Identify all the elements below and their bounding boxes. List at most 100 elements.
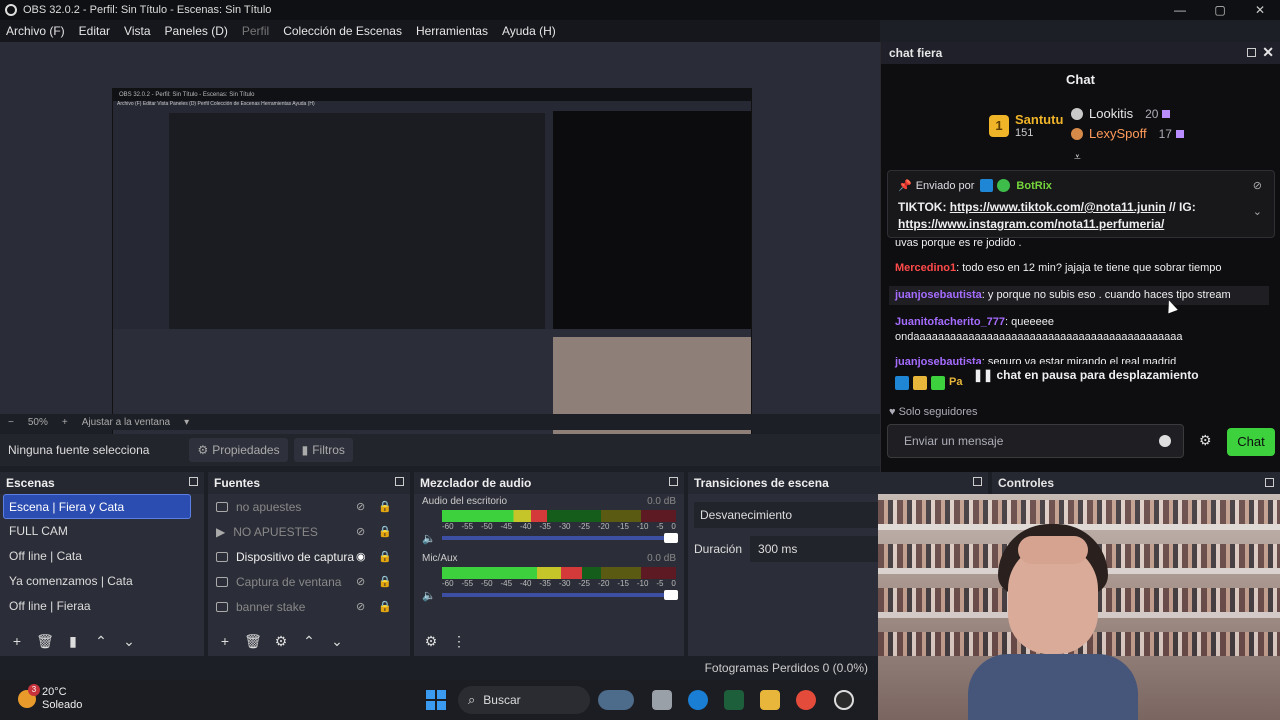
eye-hidden-icon[interactable]: ⊘ <box>356 525 365 538</box>
collapse-leaderboard-icon[interactable]: ⩡ <box>1074 150 1081 165</box>
fit-window-button[interactable]: Ajustar a la ventana <box>82 417 170 428</box>
filters-button[interactable]: ▮ Filtros <box>293 438 353 462</box>
zoom-in-button[interactable]: + <box>62 417 68 428</box>
source-item[interactable]: banner stake ⊘ 🔒 <box>208 594 410 619</box>
volume-meter <box>442 510 676 522</box>
speaker-icon[interactable]: 🔈 <box>422 589 438 602</box>
badge-icon <box>895 376 909 390</box>
chat-input[interactable]: Enviar un mensaje <box>887 424 1184 458</box>
undock-icon[interactable] <box>1265 478 1274 487</box>
menu-tools[interactable]: Herramientas <box>416 24 488 38</box>
move-down-icon[interactable]: ⌄ <box>118 633 140 650</box>
task-view-icon[interactable] <box>652 690 672 710</box>
taskbar-search[interactable]: ⌕ Buscar <box>458 686 590 714</box>
undock-icon[interactable] <box>669 477 678 486</box>
fader-knob[interactable] <box>664 590 678 600</box>
preview-canvas[interactable]: OBS 32.0.2 - Perfil: Sin Título - Escena… <box>0 42 880 450</box>
menu-profile[interactable]: Perfil <box>242 24 269 38</box>
undock-icon[interactable] <box>395 477 404 486</box>
eye-hidden-icon[interactable]: ⊘ <box>356 600 365 613</box>
edge-icon[interactable] <box>688 690 708 710</box>
lock-icon[interactable]: 🔒 <box>378 500 392 513</box>
undock-icon[interactable] <box>973 477 982 486</box>
eye-hidden-icon[interactable]: ⊘ <box>356 575 365 588</box>
obs-icon[interactable] <box>834 690 854 710</box>
media-icon: ▶ <box>216 524 226 539</box>
add-icon[interactable]: + <box>214 633 236 650</box>
menu-docks[interactable]: Paneles (D) <box>165 24 228 38</box>
menu-edit[interactable]: Editar <box>79 24 110 38</box>
audio-mixer-dock: Mezclador de audio Audio del escritorio … <box>414 472 684 656</box>
chat-paused-banner[interactable]: ❚❚ chat en pausa para desplazamiento <box>965 364 1207 386</box>
app-icon[interactable] <box>724 690 744 710</box>
zoom-out-button[interactable]: − <box>8 417 14 428</box>
trash-icon[interactable]: 🗑 <box>242 633 264 650</box>
trash-icon[interactable]: 🗑 <box>34 633 56 650</box>
move-up-icon[interactable]: ⌃ <box>90 633 112 650</box>
chat-username[interactable]: Pa <box>949 376 962 390</box>
sources-toolbar: + 🗑 ⚙ ⌃ ⌄ <box>214 633 354 650</box>
lock-icon[interactable]: 🔒 <box>378 550 392 563</box>
menu-view[interactable]: Vista <box>124 24 150 38</box>
chat-username[interactable]: Mercedino1 <box>895 262 956 274</box>
source-item[interactable]: no apuestes ⊘ 🔒 <box>208 494 410 519</box>
close-icon[interactable]: ✕ <box>1262 44 1274 61</box>
chevron-down-icon[interactable]: ▾ <box>184 417 189 428</box>
chat-username[interactable]: Juanitofacherito_777 <box>895 316 1005 328</box>
move-up-icon[interactable]: ⌃ <box>298 633 320 650</box>
mixer-toolbar: ⚙ ⋮ <box>420 633 476 650</box>
maximize-button[interactable]: ▢ <box>1200 0 1240 20</box>
dropped-frames: Fotogramas Perdidos 0 (0.0%) <box>704 661 868 675</box>
image-icon <box>216 501 228 512</box>
menu-file[interactable]: Archivo (F) <box>6 24 65 38</box>
volume-fader[interactable]: 🔈 <box>422 531 678 545</box>
scene-item[interactable]: Off line | Fieraa <box>0 594 204 619</box>
add-icon[interactable]: + <box>6 633 28 650</box>
weather-widget[interactable]: 3 20°C Soleado <box>18 684 82 712</box>
source-item[interactable]: Dispositivo de captura ◉ 🔒 <box>208 544 410 569</box>
duration-input[interactable]: 300 ms <box>750 536 881 562</box>
chat-send-button[interactable]: Chat <box>1227 428 1275 456</box>
fader-knob[interactable] <box>664 533 678 543</box>
properties-button[interactable]: ⚙ Propiedades <box>189 438 288 462</box>
channel-points-icon <box>1175 129 1184 138</box>
lock-icon[interactable]: 🔒 <box>378 600 392 613</box>
chrome-icon[interactable] <box>796 690 816 710</box>
source-item[interactable]: Captura de ventana ⊘ 🔒 <box>208 569 410 594</box>
undock-icon[interactable] <box>1247 48 1256 57</box>
scene-item[interactable]: Ya comenzamos | Cata <box>0 569 204 594</box>
eye-icon[interactable]: ◉ <box>356 550 366 563</box>
file-explorer-icon[interactable] <box>760 690 780 710</box>
more-options-icon[interactable]: ⋮ <box>448 633 470 650</box>
expand-pinned-icon[interactable]: ⌄ <box>1253 205 1262 218</box>
advanced-audio-icon[interactable]: ⚙ <box>420 633 442 650</box>
widgets-icon[interactable] <box>598 690 634 710</box>
star-icon <box>931 376 945 390</box>
lock-icon[interactable]: 🔒 <box>378 525 392 538</box>
lock-icon[interactable]: 🔒 <box>378 575 392 588</box>
windows-start-icon[interactable] <box>426 690 446 710</box>
source-item[interactable]: ▶ NO APUESTES ⊘ 🔒 <box>208 519 410 544</box>
tiktok-link[interactable]: https://www.tiktok.com/@nota11.junin <box>950 200 1166 214</box>
gear-icon[interactable]: ⚙ <box>270 633 292 650</box>
sources-dock: Fuentes no apuestes ⊘ 🔒 ▶ NO APUESTES ⊘ … <box>208 472 410 656</box>
minimize-button[interactable]: — <box>1160 0 1200 20</box>
emote-picker-icon[interactable] <box>1159 435 1171 447</box>
gear-icon[interactable]: ⚙ <box>1199 432 1212 449</box>
eye-hidden-icon[interactable]: ⊘ <box>356 500 365 513</box>
undock-icon[interactable] <box>189 477 198 486</box>
move-down-icon[interactable]: ⌄ <box>326 633 348 650</box>
speaker-icon[interactable]: 🔈 <box>422 532 438 545</box>
menu-help[interactable]: Ayuda (H) <box>502 24 556 38</box>
hide-pinned-icon[interactable]: ⊘ <box>1253 179 1262 192</box>
instagram-link[interactable]: https://www.instagram.com/nota11.perfume… <box>898 217 1164 231</box>
close-button[interactable]: ✕ <box>1240 0 1280 20</box>
menu-scene-collection[interactable]: Colección de Escenas <box>283 24 402 38</box>
chat-username[interactable]: juanjosebautista <box>895 289 982 301</box>
scene-item[interactable]: Escena | Fiera y Cata <box>3 494 191 519</box>
rank-1-badge: 1 <box>989 114 1009 137</box>
scene-item[interactable]: FULL CAM <box>0 519 204 544</box>
filter-icon[interactable]: ▮ <box>62 633 84 650</box>
volume-fader[interactable]: 🔈 <box>422 588 678 602</box>
scene-item[interactable]: Off line | Cata <box>0 544 204 569</box>
